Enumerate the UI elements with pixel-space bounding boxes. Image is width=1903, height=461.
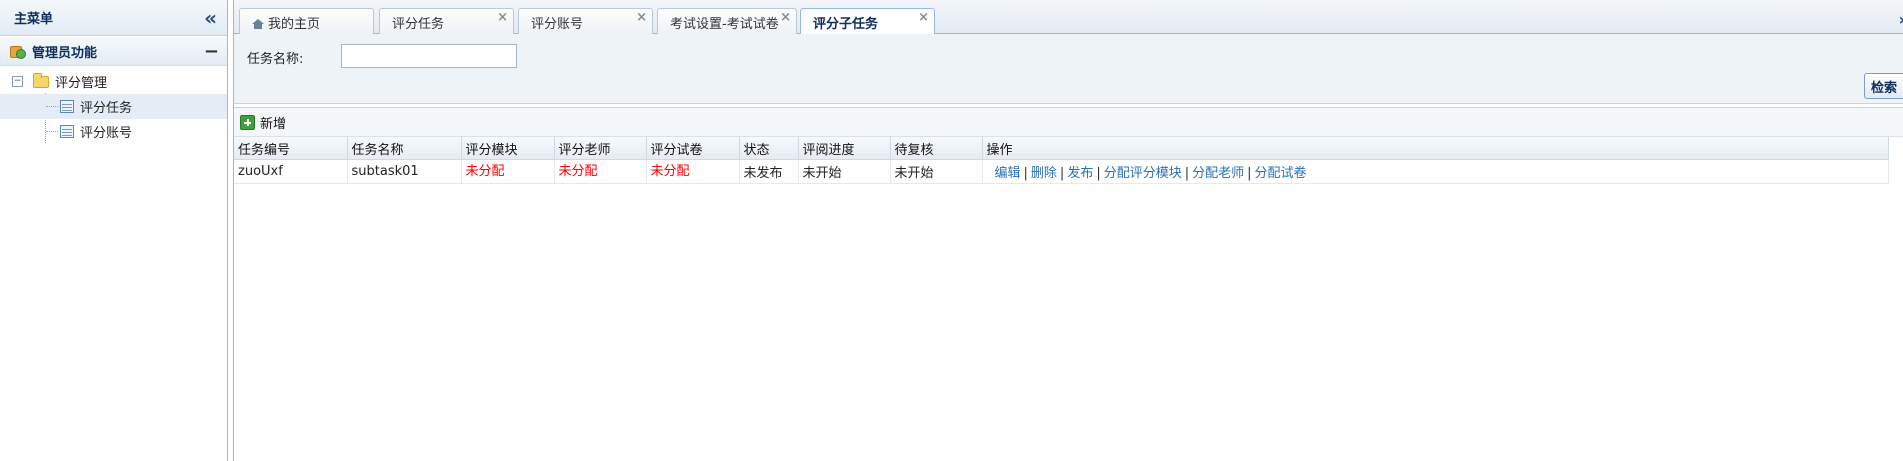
tab-label: 我的主页 bbox=[268, 17, 321, 32]
sidebar-item-scoring-accounts[interactable]: 评分账号 bbox=[0, 119, 227, 144]
main-panel: 我的主页 评分任务 × 评分账号 × 考试设置-考试试卷 × 评分子任务 × »… bbox=[233, 0, 1903, 461]
assign-teacher-link[interactable]: 分配老师 bbox=[1192, 166, 1244, 181]
actions-cell: 编辑 | 删除 | 发布 | 分配评分模块 | 分配老师 | 分配试卷 bbox=[982, 159, 1889, 184]
tab-label: 评分任务 bbox=[392, 17, 445, 32]
sidebar-tree: − 评分管理 评分任务 评分账号 bbox=[0, 66, 227, 144]
column-header[interactable]: 任务编号 bbox=[234, 137, 348, 160]
column-header[interactable]: 评分模块 bbox=[461, 137, 555, 160]
sidebar-section-label: 管理员功能 bbox=[32, 45, 98, 61]
task-name-cell: subtask01 bbox=[347, 159, 462, 184]
admin-icon bbox=[10, 43, 26, 59]
sidebar-section-admin[interactable]: 管理员功能 − bbox=[0, 37, 227, 66]
close-icon[interactable]: × bbox=[780, 10, 791, 25]
tab-scoring-accounts[interactable]: 评分账号 × bbox=[518, 8, 653, 34]
separator: | bbox=[1023, 166, 1028, 181]
tree-node-label: 评分管理 bbox=[55, 76, 108, 91]
separator: | bbox=[1247, 166, 1252, 181]
sidebar-item-label: 评分任务 bbox=[80, 101, 133, 116]
tab-exam-settings[interactable]: 考试设置-考试试卷 × bbox=[657, 8, 797, 34]
tab-scoring-subtasks[interactable]: 评分子任务 × bbox=[800, 8, 935, 35]
column-header[interactable]: 操作 bbox=[982, 137, 1889, 160]
sidebar-title: 主菜单 bbox=[14, 12, 54, 27]
assign-module-link[interactable]: 分配评分模块 bbox=[1104, 166, 1182, 181]
search-panel: 任务名称: 检索 bbox=[234, 34, 1903, 104]
sidebar-item-scoring-tasks[interactable]: 评分任务 bbox=[0, 94, 227, 119]
separator: | bbox=[1184, 166, 1190, 181]
teacher-cell: 未分配 bbox=[554, 159, 647, 184]
review-cell: 未开始 bbox=[890, 159, 983, 184]
close-icon[interactable]: × bbox=[636, 10, 647, 25]
column-header[interactable]: 评阅进度 bbox=[798, 137, 891, 160]
tree-line bbox=[46, 131, 58, 132]
status-cell: 未发布 bbox=[739, 159, 799, 184]
tab-label: 考试设置-考试试卷 bbox=[670, 17, 779, 32]
column-header[interactable]: 评分试卷 bbox=[646, 137, 740, 160]
paper-cell: 未分配 bbox=[646, 159, 740, 184]
close-icon[interactable]: × bbox=[918, 10, 929, 25]
tree-node-scoring-management[interactable]: − 评分管理 bbox=[0, 69, 227, 94]
edit-link[interactable]: 编辑 bbox=[995, 166, 1021, 181]
assign-paper-link[interactable]: 分配试卷 bbox=[1255, 166, 1307, 181]
sidebar-header: 主菜单 « bbox=[0, 0, 227, 36]
task-name-input[interactable] bbox=[341, 44, 517, 68]
add-icon bbox=[240, 114, 255, 130]
tree-collapse-icon[interactable]: − bbox=[12, 76, 23, 87]
tab-label: 评分子任务 bbox=[813, 17, 879, 32]
add-button[interactable]: 新增 bbox=[240, 113, 286, 132]
column-header[interactable]: 状态 bbox=[739, 137, 799, 160]
search-button[interactable]: 检索 bbox=[1864, 73, 1903, 99]
tree-line bbox=[46, 106, 58, 107]
sidebar: 主菜单 « 管理员功能 − − 评分管理 评分任务 评分账号 bbox=[0, 0, 228, 461]
table-header-row: 任务编号 任务名称 评分模块 评分老师 评分试卷 状态 评阅进度 待复核 操作 bbox=[234, 137, 1889, 160]
add-button-label: 新增 bbox=[260, 116, 287, 132]
toolbar: 新增 bbox=[234, 107, 1903, 137]
close-icon[interactable]: × bbox=[497, 10, 508, 25]
tab-home[interactable]: 我的主页 bbox=[239, 8, 374, 34]
tab-bar: 我的主页 评分任务 × 评分账号 × 考试设置-考试试卷 × 评分子任务 × » bbox=[234, 0, 1903, 35]
home-icon bbox=[252, 19, 264, 29]
task-table: 任务编号 任务名称 评分模块 评分老师 评分试卷 状态 评阅进度 待复核 操作 … bbox=[234, 137, 1889, 184]
collapse-minus-icon[interactable]: − bbox=[204, 41, 219, 62]
column-header[interactable]: 待复核 bbox=[890, 137, 983, 160]
column-header[interactable]: 评分老师 bbox=[554, 137, 647, 160]
folder-open-icon bbox=[33, 72, 49, 88]
tab-scroll-right-icon[interactable]: » bbox=[1899, 10, 1903, 29]
tab-label: 评分账号 bbox=[531, 17, 584, 32]
tab-scoring-tasks[interactable]: 评分任务 × bbox=[379, 8, 514, 34]
table-page-icon bbox=[60, 125, 74, 138]
separator: | bbox=[1096, 166, 1101, 181]
sidebar-item-label: 评分账号 bbox=[80, 126, 133, 141]
task-name-label: 任务名称: bbox=[247, 52, 304, 67]
module-cell: 未分配 bbox=[461, 159, 555, 184]
column-header[interactable]: 任务名称 bbox=[347, 137, 462, 160]
table-page-icon bbox=[60, 100, 74, 113]
delete-link[interactable]: 删除 bbox=[1031, 166, 1057, 181]
separator: | bbox=[1059, 166, 1065, 181]
publish-link[interactable]: 发布 bbox=[1067, 166, 1093, 181]
table-row[interactable]: zuoUxf subtask01 未分配 未分配 未分配 未发布 未开始 未开始… bbox=[234, 159, 1889, 184]
task-id-cell: zuoUxf bbox=[234, 159, 348, 184]
double-chevron-left-icon[interactable]: « bbox=[204, 8, 217, 28]
progress-cell: 未开始 bbox=[798, 159, 891, 184]
